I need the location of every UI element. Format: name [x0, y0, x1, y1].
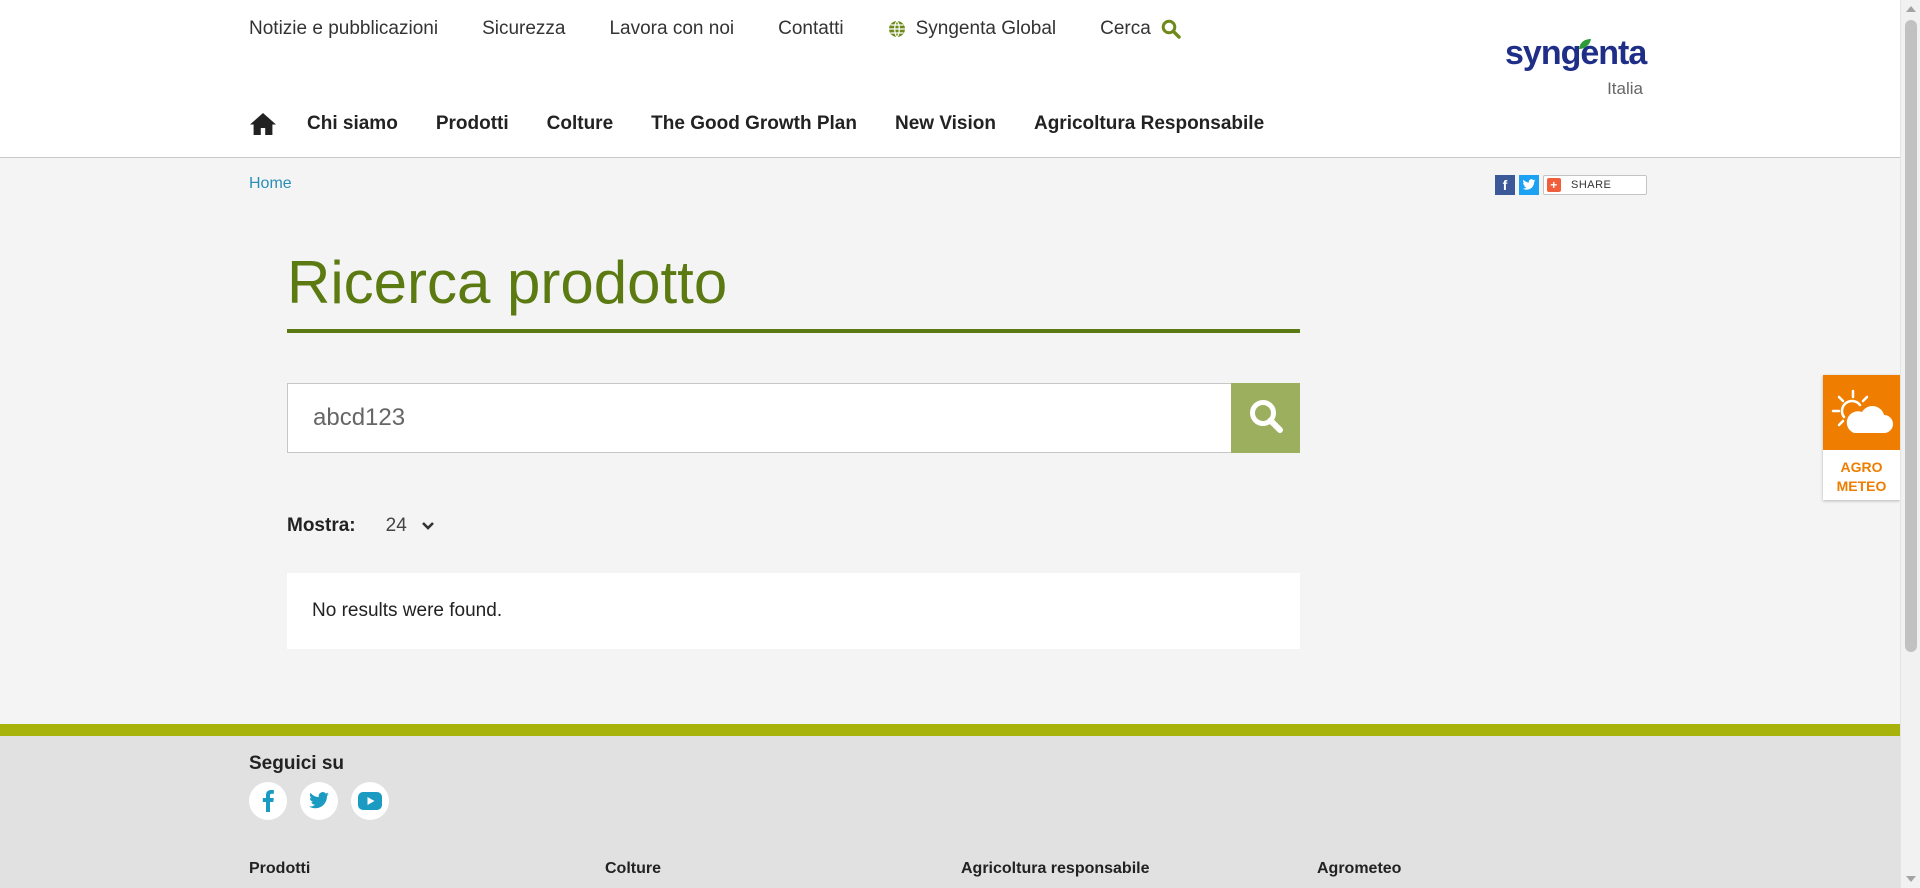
utility-link-contacts[interactable]: Contatti — [778, 18, 843, 40]
utility-link-careers[interactable]: Lavora con noi — [609, 18, 734, 40]
page-scrollbar[interactable] — [1900, 0, 1920, 888]
header-search-button[interactable]: Cerca — [1100, 18, 1181, 40]
title-divider — [287, 329, 1300, 333]
nav-item-chi-siamo[interactable]: Chi siamo — [307, 113, 398, 135]
agrometeo-label-line1: AGRO — [1840, 459, 1883, 475]
results-per-page: Mostra: 24 — [287, 515, 435, 537]
utility-link-label: Sicurezza — [482, 18, 566, 39]
utility-link-label: Contatti — [778, 18, 844, 39]
product-search-input[interactable] — [288, 384, 1231, 452]
share-bar: f t + SHARE — [1495, 175, 1647, 195]
search-icon — [1248, 398, 1284, 439]
utility-link-global[interactable]: Syngenta Global — [888, 18, 1057, 40]
results-panel: No results were found. — [287, 573, 1300, 649]
syngenta-logo[interactable]: syngenta Italia — [1505, 34, 1655, 100]
utility-link-label: Syngenta Global — [915, 18, 1057, 39]
utility-link-label: Lavora con noi — [609, 18, 735, 39]
share-button-label: SHARE — [1571, 179, 1612, 191]
footer-col-prodotti[interactable]: Prodotti — [249, 860, 605, 878]
scrollbar-thumb[interactable] — [1905, 20, 1917, 652]
results-per-page-select[interactable]: 24 — [386, 515, 435, 537]
footer-accent-stripe — [0, 724, 1900, 736]
agrometeo-label: AGRO METEO — [1823, 458, 1900, 496]
scroll-up-arrow-icon[interactable] — [1906, 6, 1916, 12]
footer-columns: Prodotti Colture Agricoltura responsabil… — [249, 860, 1673, 878]
facebook-icon[interactable] — [249, 782, 287, 820]
agrometeo-widget[interactable]: AGRO METEO — [1823, 375, 1900, 500]
page-title: Ricerca prodotto — [287, 249, 728, 316]
main-nav: Chi siamo Prodotti Colture The Good Grow… — [249, 112, 1302, 136]
logo-wordmark: syngenta — [1505, 34, 1647, 72]
agrometeo-label-line2: METEO — [1836, 478, 1887, 494]
twitter-share-icon[interactable]: t — [1519, 175, 1539, 195]
site-header: Notizie e pubblicazioni Sicurezza Lavora… — [0, 0, 1900, 158]
nav-item-good-growth-plan[interactable]: The Good Growth Plan — [651, 113, 857, 135]
weather-icon — [1823, 375, 1900, 450]
nav-item-prodotti[interactable]: Prodotti — [436, 113, 509, 135]
social-links — [249, 782, 402, 820]
footer-col-colture[interactable]: Colture — [605, 860, 961, 878]
results-per-page-label: Mostra: — [287, 515, 356, 536]
share-button[interactable]: + SHARE — [1543, 175, 1647, 195]
home-icon[interactable] — [249, 112, 277, 136]
leaf-icon — [1578, 37, 1592, 55]
footer-col-agricoltura-responsabile[interactable]: Agricoltura responsabile — [961, 860, 1317, 878]
product-search-button[interactable] — [1231, 383, 1300, 453]
twitter-icon[interactable] — [300, 782, 338, 820]
search-icon — [1161, 19, 1181, 39]
utility-link-safety[interactable]: Sicurezza — [482, 18, 565, 40]
nav-item-colture[interactable]: Colture — [547, 113, 614, 135]
youtube-icon[interactable] — [351, 782, 389, 820]
site-footer: Seguici su Prodotti Colture Agricoltura … — [0, 736, 1900, 888]
footer-col-agrometeo[interactable]: Agrometeo — [1317, 860, 1673, 878]
plus-icon: + — [1547, 178, 1561, 192]
no-results-message: No results were found. — [312, 600, 503, 621]
chevron-down-icon — [421, 521, 435, 531]
product-search-field — [287, 383, 1231, 453]
globe-icon — [888, 20, 906, 38]
scroll-down-arrow-icon[interactable] — [1906, 876, 1916, 882]
breadcrumb-home[interactable]: Home — [249, 175, 292, 193]
logo-country: Italia — [1607, 79, 1643, 98]
results-per-page-value: 24 — [385, 515, 407, 536]
facebook-share-icon[interactable]: f — [1495, 175, 1515, 195]
utility-nav: Notizie e pubblicazioni Sicurezza Lavora… — [249, 18, 1181, 40]
nav-item-agricoltura-responsabile[interactable]: Agricoltura Responsabile — [1034, 113, 1264, 135]
utility-link-news[interactable]: Notizie e pubblicazioni — [249, 18, 438, 40]
header-search-label: Cerca — [1100, 18, 1151, 39]
follow-us-label: Seguici su — [249, 753, 345, 774]
nav-item-new-vision[interactable]: New Vision — [895, 113, 996, 135]
utility-link-label: Notizie e pubblicazioni — [249, 18, 439, 39]
